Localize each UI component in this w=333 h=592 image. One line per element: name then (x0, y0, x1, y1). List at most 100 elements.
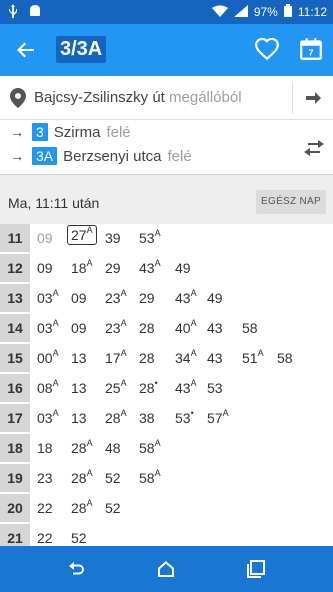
whole-day-button[interactable]: EGÉSZ NAP (256, 190, 326, 214)
departure-time[interactable]: 53A (139, 228, 161, 246)
swap-horiz-icon[interactable] (304, 140, 324, 156)
departure-time[interactable]: 18 (37, 440, 53, 456)
departure-time[interactable]: 28 (139, 350, 155, 366)
hour-cell: 15 (0, 344, 30, 373)
stop-name: Bajcsy-Zsilinszky út megállóból (34, 89, 242, 106)
hour-cell: 21 (0, 524, 30, 546)
departure-time[interactable]: 09 (71, 290, 87, 306)
wifi-icon (211, 4, 228, 20)
stop-name-text: Bajcsy-Zsilinszky út (34, 89, 165, 106)
departure-time[interactable]: 13 (71, 410, 87, 426)
arrow-right-icon[interactable] (306, 90, 322, 106)
departure-time[interactable]: 49 (207, 290, 223, 306)
app-bar: 3/3A 7 (0, 24, 333, 76)
status-bar: 97% 11:12 (0, 0, 333, 24)
departure-time[interactable]: 48 (105, 440, 121, 456)
departure-time[interactable]: 53 (207, 380, 223, 396)
departure-time[interactable]: 09 (71, 320, 87, 336)
departure-time[interactable]: 29 (139, 290, 155, 306)
hour-cell: 11 (0, 224, 30, 253)
timetable-row: 14 03A 09 23A 28 40A 43 58 (0, 314, 333, 344)
departure-time[interactable]: 39 (105, 230, 121, 246)
hour-cell: 17 (0, 404, 30, 433)
usb-icon (8, 4, 18, 21)
divider (292, 82, 293, 114)
departure-time[interactable]: 00A (37, 348, 59, 366)
departure-time[interactable]: 58A (139, 468, 161, 486)
android-icon (28, 4, 42, 21)
departure-time[interactable]: 08A (37, 378, 59, 396)
departure-time[interactable]: 09 (37, 260, 53, 276)
direction-suffix: felé (167, 147, 192, 165)
system-nav-bar (0, 546, 333, 592)
departure-time[interactable]: 52 (105, 470, 121, 486)
direction-dest: Berzsenyi utca (63, 147, 162, 165)
departure-time[interactable]: 34A (175, 348, 197, 366)
departure-time[interactable]: 09 (37, 230, 53, 246)
departure-time[interactable]: 58 (242, 320, 258, 336)
departure-time[interactable]: 43A (175, 288, 197, 306)
departure-time[interactable]: 28A (71, 468, 93, 486)
departure-time[interactable]: 57A (207, 408, 229, 426)
timetable-row: 18 18 28A 48 58A (0, 434, 333, 464)
stop-row[interactable]: Bajcsy-Zsilinszky út megállóból (0, 76, 333, 120)
location-pin-icon (10, 88, 26, 108)
route-title: 3/3A (56, 36, 107, 63)
departure-time[interactable]: 28A (71, 498, 93, 516)
departure-time[interactable]: 23A (105, 318, 127, 336)
direction-2: → 3A Berzsenyi utca felé (10, 147, 192, 165)
heart-outline-icon[interactable] (254, 36, 280, 62)
departure-time[interactable]: 43 (207, 320, 223, 336)
nav-recents-icon[interactable] (246, 559, 266, 579)
departure-time[interactable]: 13 (71, 350, 87, 366)
departure-time[interactable]: 18A (71, 258, 93, 276)
departure-time[interactable]: 58A (139, 438, 161, 456)
direction-dest: Szirma (53, 123, 101, 141)
departure-time[interactable]: 22 (37, 530, 53, 546)
departure-time[interactable]: 23 (37, 470, 53, 486)
departure-time[interactable]: 52 (71, 530, 87, 546)
stop-suffix: megállóból (169, 89, 242, 106)
departure-time[interactable]: 43A (175, 378, 197, 396)
timetable-row: 15 00A 13 17A 28 34A 43 51A 58 (0, 344, 333, 374)
departure-time[interactable]: 17A (105, 348, 127, 366)
battery-icon (283, 4, 292, 20)
timetable: 11 09 27A 39 53A 12 09 18A 29 43A 49 13 03A 09 23A 29 43… (0, 224, 333, 546)
departure-time[interactable]: 51A (242, 348, 264, 366)
departure-time[interactable]: 27A (67, 225, 97, 245)
departure-time[interactable]: 03A (37, 288, 59, 306)
departure-time[interactable]: 22 (37, 500, 53, 516)
direction-1: → 3 Szirma felé (10, 123, 131, 141)
timetable-row: 21 22 52 (0, 524, 333, 546)
departure-time[interactable]: 58 (277, 350, 293, 366)
departure-time[interactable]: 38 (139, 410, 155, 426)
departure-time[interactable]: 28 (139, 320, 155, 336)
timetable-row: 16 08A 13 25A 28• 43A 53 (0, 374, 333, 404)
departure-time[interactable]: 53• (175, 408, 194, 426)
departure-time[interactable]: 03A (37, 318, 59, 336)
departure-time[interactable]: 28A (71, 438, 93, 456)
departure-time[interactable]: 52 (105, 500, 121, 516)
day-label: Ma, 11:11 után (8, 195, 100, 211)
departure-time[interactable]: 28A (105, 408, 127, 426)
departure-time[interactable]: 43A (139, 258, 161, 276)
departure-time[interactable]: 03A (37, 408, 59, 426)
departure-time[interactable]: 40A (175, 318, 197, 336)
hour-cell: 18 (0, 434, 30, 463)
nav-home-icon[interactable] (156, 559, 176, 579)
arrow-back-icon[interactable] (12, 36, 40, 64)
direction-suffix: felé (106, 123, 131, 141)
departure-time[interactable]: 49 (175, 260, 191, 276)
departure-time[interactable]: 43 (207, 350, 223, 366)
departure-time[interactable]: 23A (105, 288, 127, 306)
timetable-row: 17 03A 13 28A 38 53• 57A (0, 404, 333, 434)
nav-back-icon[interactable] (66, 559, 86, 579)
departure-time[interactable]: 25A (105, 378, 127, 396)
departure-time[interactable]: 29 (105, 260, 121, 276)
timetable-row: 13 03A 09 23A 29 43A 49 (0, 284, 333, 314)
calendar-icon[interactable]: 7 (298, 36, 324, 62)
hour-cell: 14 (0, 314, 30, 343)
timetable-row: 20 22 28A 52 (0, 494, 333, 524)
departure-time[interactable]: 13 (71, 380, 87, 396)
departure-time[interactable]: 28• (139, 378, 158, 396)
